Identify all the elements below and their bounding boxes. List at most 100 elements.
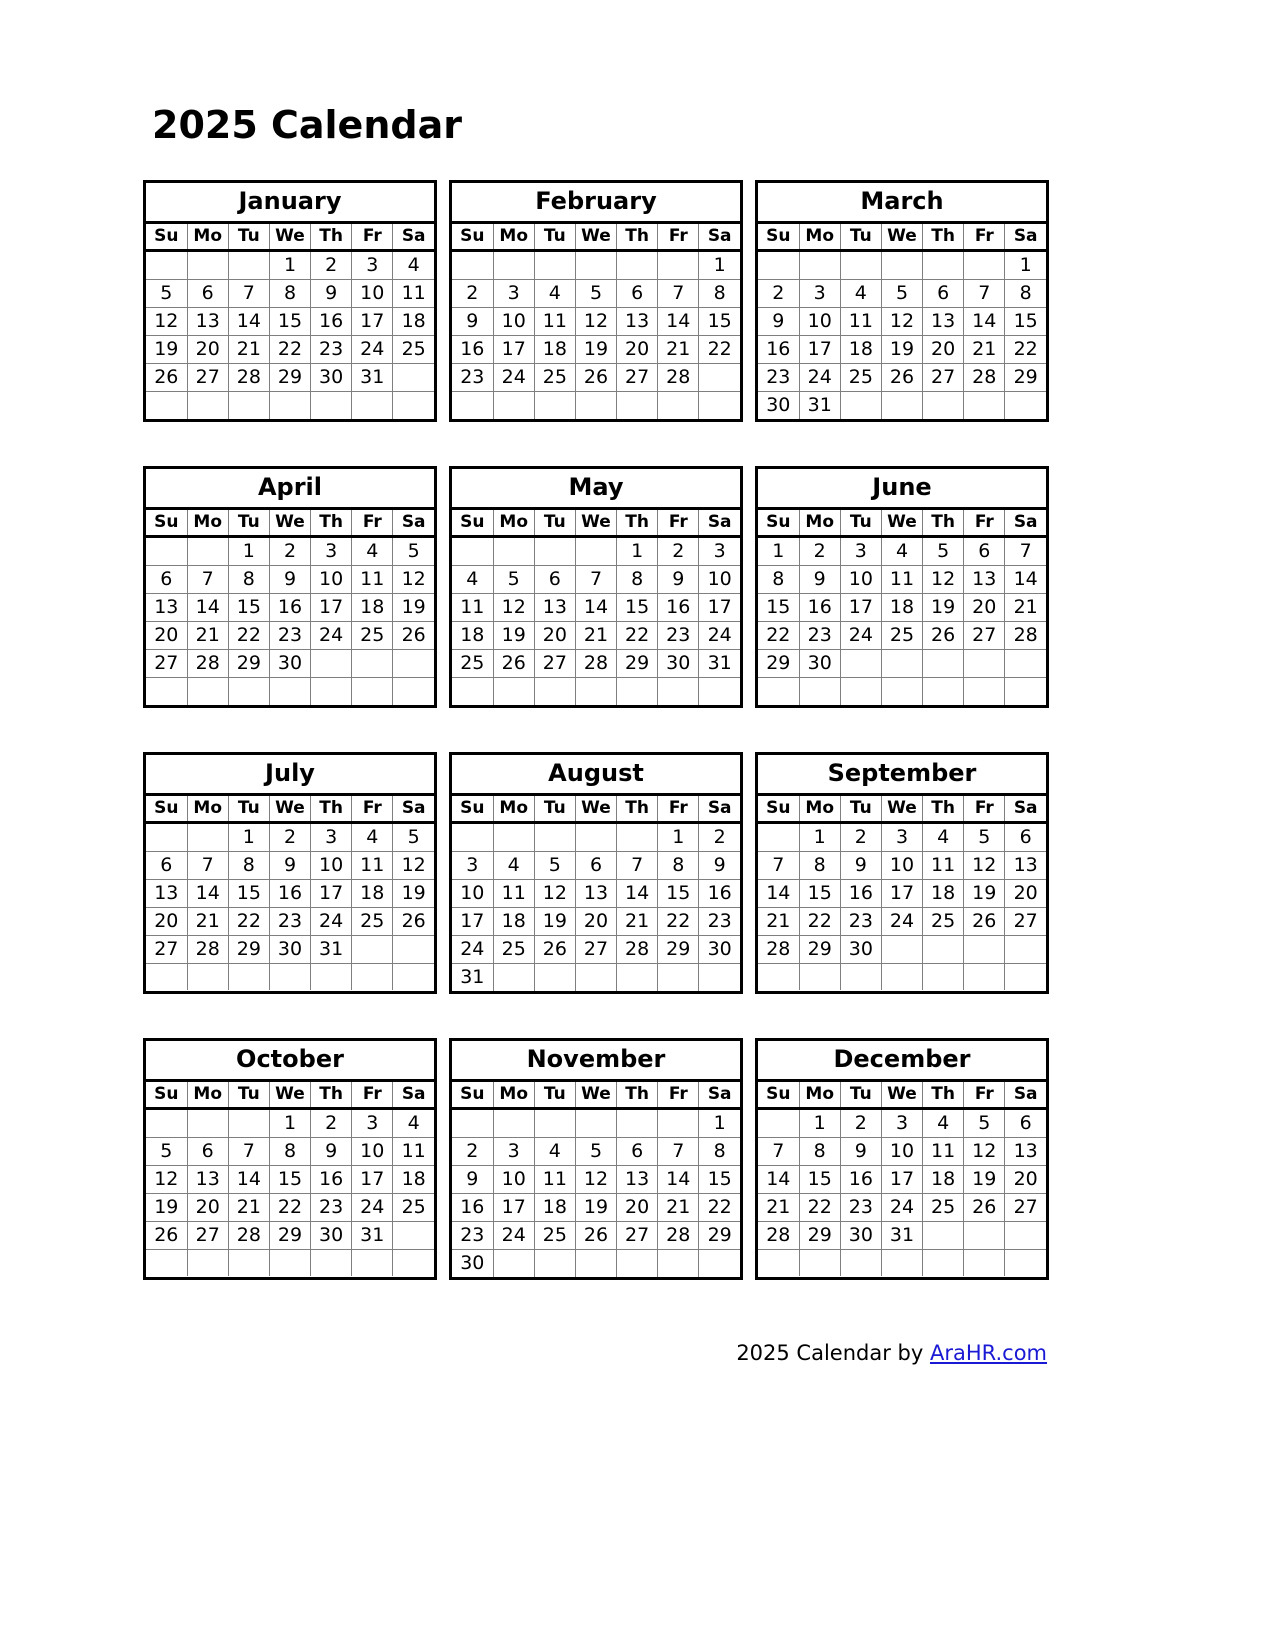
day-cell[interactable]: 7 — [186, 850, 229, 880]
day-cell[interactable]: 27 — [146, 649, 188, 678]
day-cell[interactable]: 15 — [698, 307, 740, 336]
day-cell[interactable]: 15 — [616, 593, 659, 622]
day-cell[interactable]: 13 — [146, 593, 188, 622]
day-cell[interactable]: 5 — [880, 279, 924, 308]
day-cell[interactable]: 3 — [351, 1107, 394, 1138]
month-block-march[interactable]: March Su Mo Tu We Th Fr Sa 1 2 3 4 5 6 7 8 9 10 11 12 13 14 15… — [755, 180, 1049, 422]
day-cell[interactable]: 2 — [452, 279, 494, 308]
day-cell[interactable]: 28 — [657, 363, 700, 392]
day-cell[interactable]: 27 — [1004, 1192, 1046, 1222]
day-cell[interactable]: 11 — [533, 307, 576, 336]
day-cell[interactable]: 24 — [880, 906, 924, 936]
day-cell[interactable]: 13 — [574, 878, 618, 908]
day-cell[interactable]: 11 — [922, 1136, 965, 1166]
day-cell[interactable]: 30 — [657, 649, 700, 678]
day-cell[interactable]: 5 — [146, 279, 188, 308]
day-cell[interactable]: 11 — [351, 850, 394, 880]
day-cell[interactable]: 23 — [268, 621, 312, 650]
day-cell[interactable]: 22 — [798, 1192, 841, 1222]
day-cell[interactable]: 23 — [698, 906, 740, 936]
day-cell[interactable]: 4 — [922, 1107, 965, 1138]
day-cell[interactable]: 16 — [268, 593, 312, 622]
day-cell[interactable]: 28 — [227, 363, 270, 392]
day-cell[interactable]: 28 — [574, 649, 618, 678]
day-cell[interactable]: 31 — [452, 962, 494, 991]
day-cell[interactable]: 16 — [698, 878, 740, 908]
day-cell[interactable]: 6 — [146, 850, 188, 880]
day-cell[interactable]: 7 — [186, 565, 229, 594]
day-cell[interactable]: 15 — [798, 878, 841, 908]
day-cell[interactable]: 9 — [452, 307, 494, 336]
day-cell[interactable]: 5 — [963, 821, 1006, 852]
day-cell[interactable]: 1 — [268, 250, 312, 280]
day-cell[interactable]: 2 — [758, 279, 800, 308]
day-cell[interactable]: 9 — [310, 1136, 353, 1166]
day-cell[interactable]: 26 — [963, 1192, 1006, 1222]
day-cell[interactable]: 12 — [146, 1164, 188, 1194]
day-cell[interactable]: 23 — [310, 335, 353, 364]
day-cell[interactable]: 18 — [839, 335, 882, 364]
day-cell[interactable]: 25 — [452, 649, 494, 678]
day-cell[interactable]: 24 — [492, 363, 535, 392]
day-cell[interactable]: 26 — [392, 906, 434, 936]
day-cell[interactable]: 21 — [227, 335, 270, 364]
day-cell[interactable]: 27 — [922, 363, 965, 392]
day-cell[interactable]: 18 — [351, 593, 394, 622]
day-cell[interactable]: 29 — [698, 1220, 740, 1250]
day-cell[interactable]: 6 — [574, 850, 618, 880]
day-cell[interactable]: 18 — [392, 307, 434, 336]
day-cell[interactable]: 26 — [574, 1220, 618, 1250]
day-cell[interactable]: 29 — [798, 934, 841, 964]
day-cell[interactable]: 4 — [392, 1107, 434, 1138]
day-cell[interactable]: 5 — [922, 536, 965, 566]
day-cell[interactable]: 23 — [798, 621, 841, 650]
day-cell[interactable]: 14 — [186, 593, 229, 622]
day-cell[interactable]: 14 — [963, 307, 1006, 336]
day-cell[interactable]: 25 — [533, 363, 576, 392]
day-cell[interactable]: 7 — [963, 279, 1006, 308]
day-cell[interactable]: 27 — [616, 1220, 659, 1250]
month-block-july[interactable]: July Su Mo Tu We Th Fr Sa 1 2 3 4 5 6 7 8 9 10 11 12 13 14 15 1… — [143, 751, 437, 994]
day-cell[interactable]: 13 — [616, 307, 659, 336]
day-cell[interactable]: 11 — [452, 593, 494, 622]
day-cell[interactable]: 21 — [758, 1192, 800, 1222]
month-block-august[interactable]: August Su Mo Tu We Th Fr Sa 1 2 3 4 5 6 7 8 9 10 11 12 13 14 1… — [449, 751, 743, 994]
day-cell[interactable]: 19 — [492, 621, 535, 650]
day-cell[interactable]: 16 — [839, 878, 882, 908]
day-cell[interactable]: 1 — [616, 536, 659, 566]
day-cell[interactable]: 24 — [452, 934, 494, 964]
month-block-september[interactable]: September Su Mo Tu We Th Fr Sa 1 2 3 4 5 6 7 8 9 10 11 12 13… — [755, 751, 1049, 994]
day-cell[interactable]: 24 — [839, 621, 882, 650]
day-cell[interactable]: 20 — [1004, 1164, 1046, 1194]
day-cell[interactable]: 2 — [310, 1107, 353, 1138]
footer-link-arahr[interactable]: AraHR.com — [930, 1341, 1047, 1365]
day-cell[interactable]: 10 — [310, 850, 353, 880]
day-cell[interactable]: 28 — [758, 1220, 800, 1250]
day-cell[interactable]: 28 — [616, 934, 659, 964]
day-cell[interactable]: 8 — [657, 850, 700, 880]
day-cell[interactable]: 19 — [574, 1192, 618, 1222]
day-cell[interactable]: 20 — [146, 906, 188, 936]
day-cell[interactable]: 21 — [1004, 593, 1046, 622]
day-cell[interactable]: 15 — [227, 593, 270, 622]
day-cell[interactable]: 4 — [533, 279, 576, 308]
day-cell[interactable]: 31 — [351, 1220, 394, 1250]
day-cell[interactable]: 4 — [351, 536, 394, 566]
day-cell[interactable]: 27 — [146, 934, 188, 964]
day-cell[interactable]: 14 — [1004, 565, 1046, 594]
day-cell[interactable]: 10 — [798, 307, 841, 336]
day-cell[interactable]: 29 — [227, 934, 270, 964]
day-cell[interactable]: 15 — [657, 878, 700, 908]
day-cell[interactable]: 13 — [186, 1164, 229, 1194]
day-cell[interactable]: 22 — [227, 621, 270, 650]
day-cell[interactable]: 17 — [492, 335, 535, 364]
day-cell[interactable]: 11 — [492, 878, 535, 908]
day-cell[interactable]: 22 — [798, 906, 841, 936]
day-cell[interactable]: 16 — [310, 307, 353, 336]
day-cell[interactable]: 7 — [758, 850, 800, 880]
day-cell[interactable]: 29 — [798, 1220, 841, 1250]
day-cell[interactable]: 13 — [616, 1164, 659, 1194]
day-cell[interactable]: 15 — [798, 1164, 841, 1194]
day-cell[interactable]: 29 — [657, 934, 700, 964]
day-cell[interactable]: 18 — [492, 906, 535, 936]
